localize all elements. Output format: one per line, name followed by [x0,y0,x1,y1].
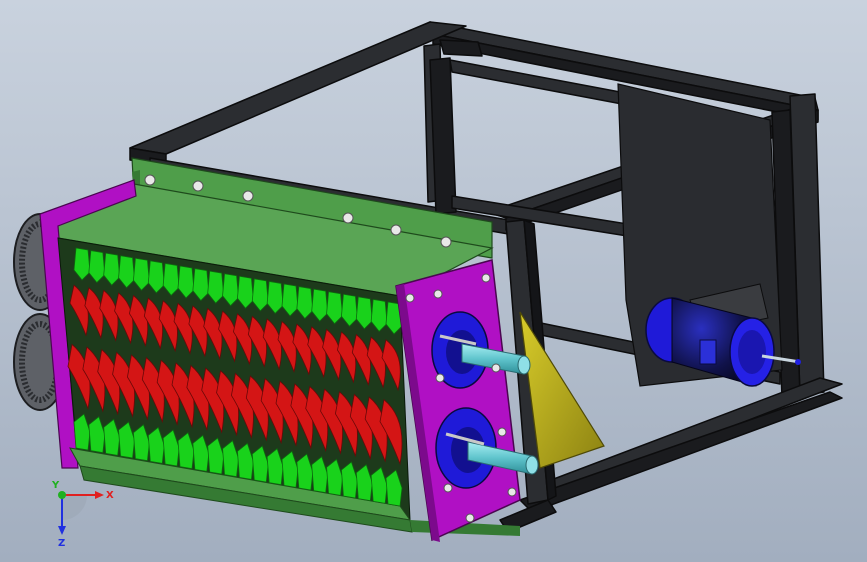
triad-y-axis-dot [58,491,66,499]
triad-x-label: X [106,490,114,501]
triad-z-label: Z [58,538,65,549]
bolt [440,236,452,248]
motor-shaft-tip [795,359,801,365]
bolt [390,224,402,236]
bolt [443,483,453,493]
frame-rear-post-cap [439,39,483,57]
bolt [491,363,501,373]
bolt [435,373,445,383]
bolt [192,180,204,192]
bolt [465,513,475,523]
triad-y-label: Y [51,480,60,491]
lower-shaft-end [525,455,539,475]
graphics-viewport[interactable]: X Y Z [0,0,867,562]
motor-front-boss [738,330,766,374]
bolt [497,427,507,437]
bolt [144,174,156,186]
bolt [507,487,517,497]
cad-model-view[interactable]: X Y Z [0,0,867,562]
bolt [481,273,491,283]
upper-shaft-end [517,355,531,375]
motor-terminal-box [699,339,717,365]
bolt [242,190,254,202]
bolt [405,293,415,303]
bolt [433,289,443,299]
bolt [342,212,354,224]
